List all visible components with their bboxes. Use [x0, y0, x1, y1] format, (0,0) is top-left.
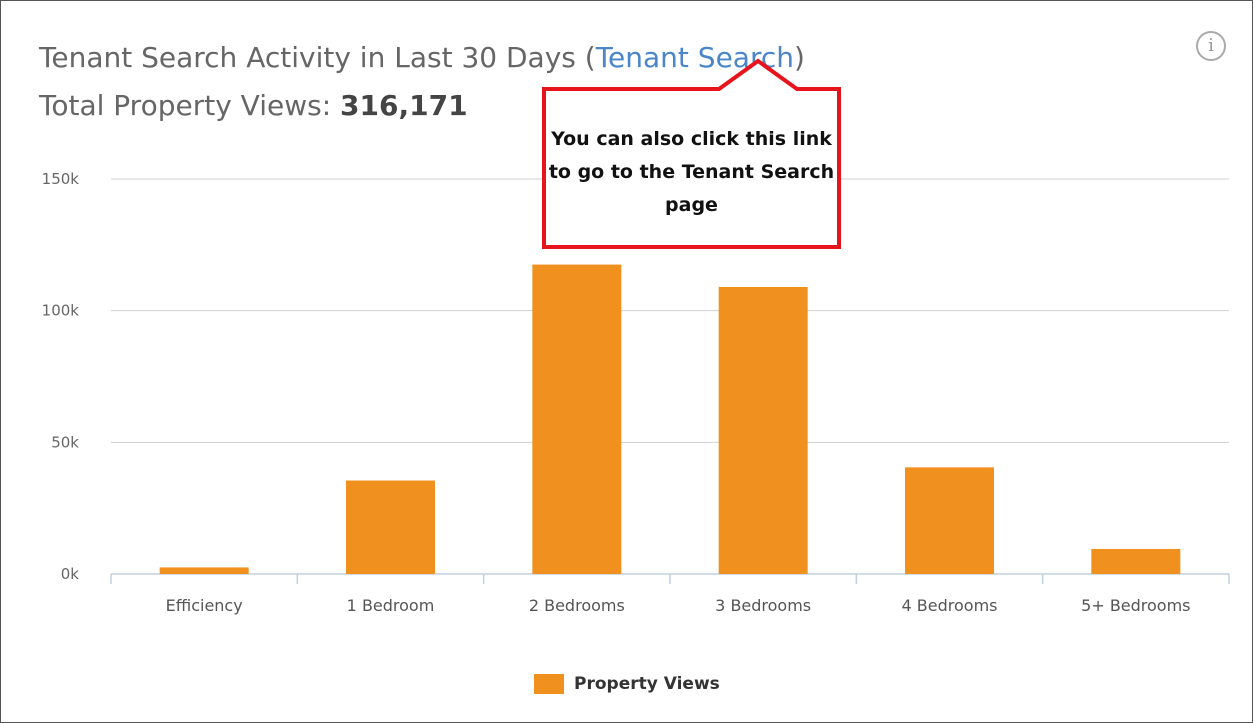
- callout-text: You can also click this link to go to th…: [548, 128, 835, 216]
- legend-swatch: [534, 674, 564, 694]
- legend-label: Property Views: [574, 674, 720, 694]
- y-tick-label: 150k: [42, 170, 80, 188]
- y-tick-label: 50k: [51, 433, 79, 451]
- x-tick-label: 5+ Bedrooms: [1081, 596, 1190, 615]
- x-tick-label: 4 Bedrooms: [902, 596, 998, 615]
- bar[interactable]: [1091, 548, 1181, 574]
- bar[interactable]: [532, 264, 622, 574]
- bar[interactable]: [159, 567, 249, 574]
- x-tick-label: 2 Bedrooms: [529, 596, 625, 615]
- bar[interactable]: [346, 480, 435, 574]
- legend-item[interactable]: Property Views: [534, 674, 720, 694]
- y-tick-label: 0k: [61, 565, 80, 583]
- bar[interactable]: [905, 467, 994, 574]
- x-tick-label: 1 Bedroom: [347, 596, 435, 615]
- x-tick-label: Efficiency: [166, 596, 243, 615]
- y-tick-label: 100k: [42, 302, 80, 320]
- bar[interactable]: [718, 286, 808, 574]
- chart-card: Tenant Search Activity in Last 30 Days (…: [0, 0, 1253, 723]
- bar-chart: 0k 50k 100k 150k Efficiency 1 Bedroom 2 Bedroo…: [42, 170, 1230, 615]
- x-tick-label: 3 Bedrooms: [715, 596, 811, 615]
